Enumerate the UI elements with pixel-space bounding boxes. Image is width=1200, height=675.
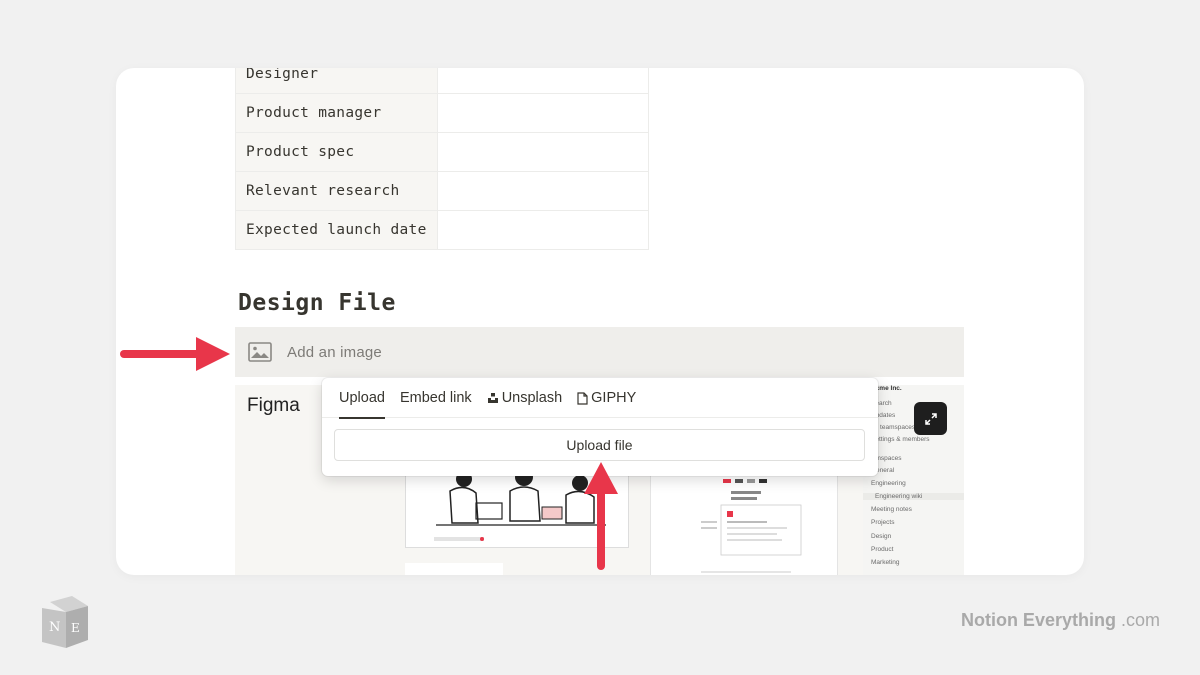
image-icon (248, 342, 272, 362)
notion-everything-logo: N E (42, 596, 88, 648)
property-key: Product manager (236, 94, 437, 132)
tab-giphy[interactable]: GIPHY (570, 378, 643, 418)
property-key: Designer (236, 68, 437, 93)
up-arrow-annotation (584, 462, 618, 570)
svg-text:E: E (71, 621, 80, 635)
tab-upload[interactable]: Upload (332, 378, 392, 419)
property-key: Product spec (236, 133, 437, 171)
tab-label: Embed link (399, 390, 472, 406)
tab-unsplash[interactable]: Unsplash (480, 378, 569, 418)
property-table: Designer Product manager Product spec Re… (235, 68, 649, 250)
mini-sidebar-item: Meeting notes (871, 506, 912, 513)
expand-icon (924, 412, 937, 425)
figma-label: Figma (247, 395, 300, 416)
property-value[interactable] (437, 68, 648, 93)
tab-label: Unsplash (501, 390, 563, 406)
thumbnail-placeholder (405, 563, 503, 575)
add-image-label: Add an image (287, 343, 382, 361)
add-image-block[interactable]: Add an image (235, 327, 964, 377)
mini-sidebar-item: Design (871, 533, 892, 540)
property-key: Expected launch date (236, 211, 437, 249)
property-row[interactable]: Designer (236, 68, 648, 93)
property-value[interactable] (437, 172, 648, 210)
section-heading: Design File (238, 290, 396, 316)
mini-sidebar-item: Engineering wiki (863, 493, 964, 500)
brand-suffix: .com (1120, 610, 1160, 630)
property-row[interactable]: Product spec (236, 132, 648, 171)
file-icon (577, 391, 588, 405)
mini-sidebar-item: Marketing (871, 559, 900, 566)
tab-embed-link[interactable]: Embed link (393, 378, 479, 418)
mini-sidebar-item: Settings & members (871, 436, 930, 443)
mini-sidebar-item: Projects (871, 519, 895, 526)
brand-name: Notion Everything (960, 610, 1116, 630)
property-value[interactable] (437, 94, 648, 132)
unsplash-icon (487, 393, 498, 403)
tab-label: GIPHY (591, 390, 637, 406)
property-value[interactable] (437, 133, 648, 171)
upload-file-button[interactable]: Upload file (334, 429, 865, 461)
property-row[interactable]: Expected launch date (236, 210, 648, 249)
mini-sidebar-item: Engineering (871, 480, 906, 487)
property-value[interactable] (437, 211, 648, 249)
property-key: Relevant research (236, 172, 437, 210)
svg-text:N: N (49, 620, 60, 635)
expand-button[interactable] (914, 402, 947, 435)
tab-label: Upload (339, 390, 385, 406)
popup-tabs: Upload Embed link Unsplash GIPHY (322, 378, 878, 419)
property-row[interactable]: Product manager (236, 93, 648, 132)
right-arrow-annotation (120, 337, 230, 371)
mini-sidebar-item: Product (871, 546, 894, 553)
property-row[interactable]: Relevant research (236, 171, 648, 210)
notion-screenshot-thumbnail (650, 460, 838, 575)
brand-wordmark: Notion Everything .com (961, 610, 1160, 631)
